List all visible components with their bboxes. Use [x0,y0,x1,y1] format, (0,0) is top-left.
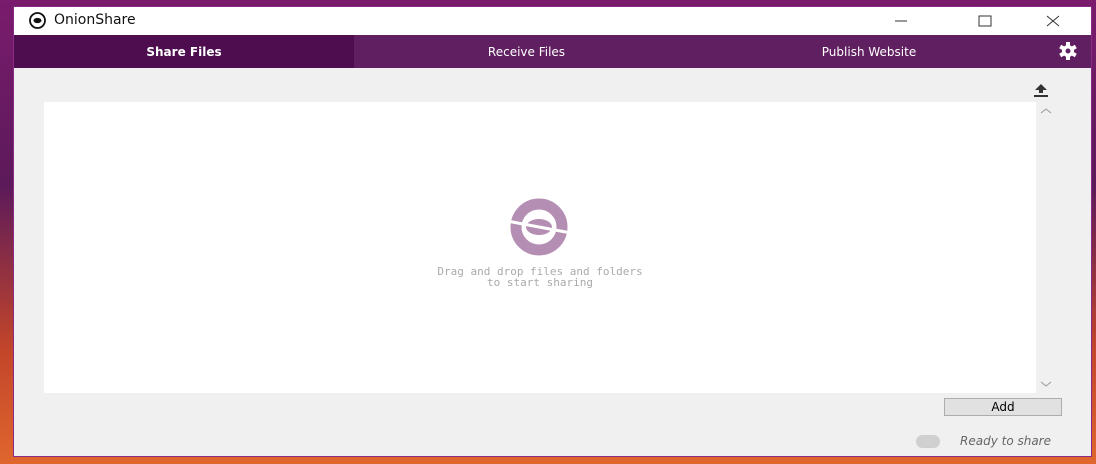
tab-receive-files[interactable]: Receive Files [354,35,699,68]
app-window: OnionShare Share Files Receive Files Pub… [13,6,1092,457]
upload-icon [1034,84,1048,97]
chevron-up-icon [1040,108,1052,114]
tab-share-files[interactable]: Share Files [14,35,354,68]
tab-label: Receive Files [487,44,566,59]
add-button[interactable]: Add [944,398,1062,416]
onionshare-drop-logo-icon [506,198,572,256]
file-drop-area[interactable]: Drag and drop files and folders to start… [44,102,1036,393]
file-list-scrollbar[interactable] [1036,102,1056,393]
close-icon [1046,15,1060,27]
chevron-down-icon [1040,381,1052,387]
maximize-icon [978,15,992,27]
title-bar[interactable]: OnionShare [14,7,1091,35]
close-button[interactable] [1030,7,1076,35]
gear-icon [1059,42,1077,60]
window-title: OnionShare [54,12,136,28]
onionshare-logo-icon [29,12,46,29]
tab-publish-website[interactable]: Publish Website [699,35,1039,68]
maximize-button[interactable] [962,7,1008,35]
tab-label: Publish Website [821,44,917,59]
minimize-button[interactable] [878,7,924,35]
minimize-icon [895,20,907,22]
tab-label: Share Files [146,44,222,59]
status-indicator [916,435,940,448]
scroll-down-button[interactable] [1036,377,1056,391]
settings-button[interactable] [1057,40,1079,62]
scroll-up-button[interactable] [1036,104,1056,118]
drop-hint-line2: to start sharing [487,276,593,289]
add-button-label: Add [991,400,1015,414]
share-upload-button[interactable] [1031,81,1051,101]
mode-tabbar: Share Files Receive Files Publish Websit… [14,35,1091,68]
status-text: Ready to share [960,434,1051,448]
